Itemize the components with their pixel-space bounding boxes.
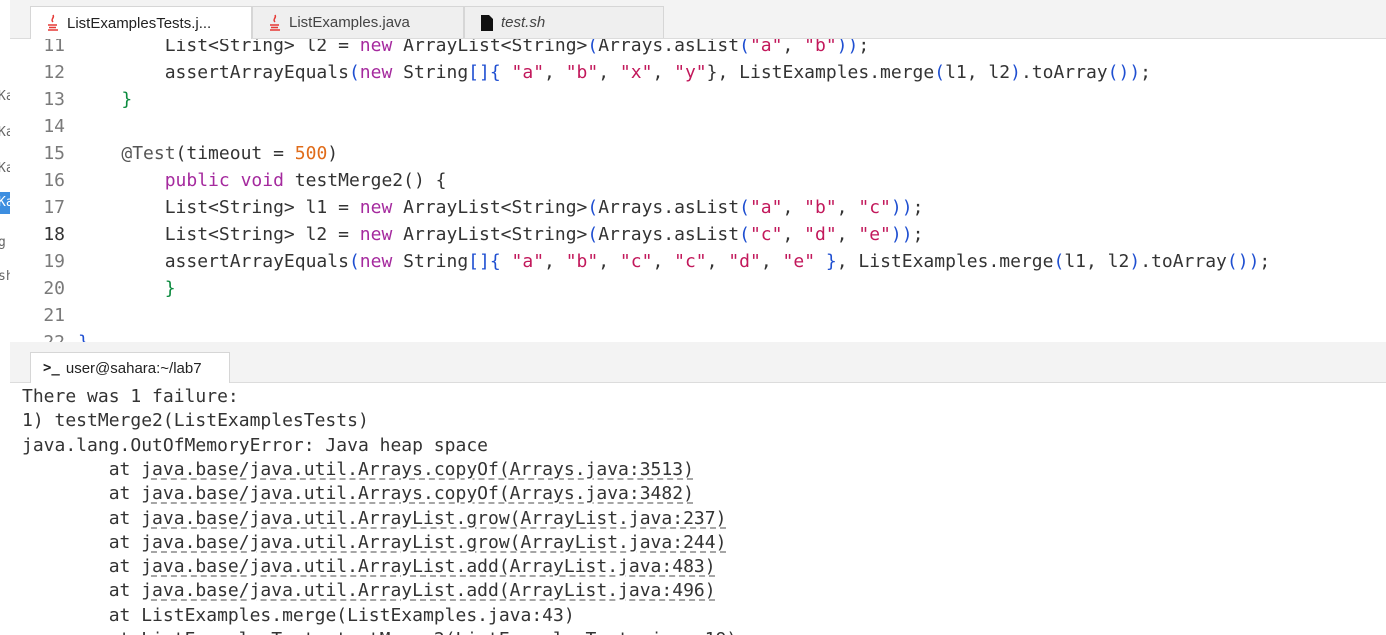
stack-trace-link[interactable]: java.base/java.util.ArrayList.grow(Array… (141, 508, 726, 529)
terminal-output[interactable]: There was 1 failure: 1) testMerge2(ListEx… (10, 383, 1386, 635)
terminal-tab-bar: >_ user@sahara:~/lab7 (10, 342, 1386, 383)
sidebar-file-item[interactable]: Ka (0, 192, 10, 214)
terminal-prompt-icon: >_ (43, 360, 60, 376)
terminal-line: at ListExamples.merge(ListExamples.java:… (22, 605, 575, 626)
stack-trace-link[interactable]: java.base/java.util.Arrays.copyOf(Arrays… (141, 459, 694, 480)
terminal-text: java.lang.OutOfMemoryError: Java heap sp… (22, 435, 488, 456)
line-number: 15 (43, 143, 65, 164)
editor-tab-3[interactable]: test.sh (464, 6, 664, 38)
code-text: } (164, 278, 176, 299)
tab-label: test.sh (501, 14, 546, 31)
code-text: List<String> l2 = new ArrayList<String>(… (164, 39, 870, 56)
java-icon (45, 14, 61, 32)
sidebar-file-item[interactable]: sh (0, 266, 10, 288)
terminal-line: at java.base/java.util.Arrays.copyOf(Arr… (22, 483, 694, 504)
code-line: 22} (10, 329, 1386, 342)
code-line: 14 (10, 113, 1386, 140)
terminal-line: at java.base/java.util.ArrayList.add(Arr… (22, 556, 716, 577)
terminal-text: ListExamples.merge(ListExamples.java:43) (141, 605, 575, 626)
line-number: 14 (43, 116, 65, 137)
code-line: 21 (10, 302, 1386, 329)
code-line: 18 List<String> l2 = new ArrayList<Strin… (10, 221, 1386, 248)
sidebar-file-item[interactable]: Ka (0, 86, 10, 108)
code-line: 20 } (10, 275, 1386, 302)
sidebar-file-item[interactable]: g (0, 232, 10, 254)
terminal-line: 1) testMerge2(ListExamplesTests) (22, 409, 369, 433)
line-number: 18 (43, 224, 65, 245)
code-line: 17 List<String> l1 = new ArrayList<Strin… (10, 194, 1386, 221)
code-text: } (78, 329, 89, 342)
code-line: 12 assertArrayEquals(new String[]{ "a", … (10, 59, 1386, 86)
editor-tab-bar: ListExamplesTests.j... ListExamples.java t… (10, 0, 1386, 39)
stack-trace-link[interactable]: java.base/java.util.Arrays.copyOf(Arrays… (141, 483, 694, 504)
sidebar-file-item[interactable]: Ka (0, 158, 10, 180)
code-line: 19 assertArrayEquals(new String[]{ "a", … (10, 248, 1386, 275)
code-line: 13 } (10, 86, 1386, 113)
tab-label: ListExamples.java (289, 14, 410, 31)
terminal-line: at java.base/java.util.ArrayList.grow(Ar… (22, 532, 727, 553)
line-number: 20 (43, 278, 65, 299)
sidebar-file-item[interactable]: Ka (0, 122, 10, 144)
terminal-text: 1) testMerge2(ListExamplesTests) (22, 410, 369, 431)
editor-tab-2[interactable]: ListExamples.java (252, 6, 464, 38)
code-text: @Test(timeout = 500) (121, 143, 339, 164)
code-text: assertArrayEquals(new String[]{ "a", "b"… (164, 251, 1271, 272)
terminal-line: at java.base/java.util.ArrayList.add(Arr… (22, 580, 716, 601)
code-line: 11 List<String> l2 = new ArrayList<Strin… (10, 39, 1386, 59)
file-icon (479, 14, 495, 32)
line-number: 21 (43, 305, 65, 326)
terminal-tab-label: user@sahara:~/lab7 (65, 359, 202, 377)
terminal-line: at java.base/java.util.Arrays.copyOf(Arr… (22, 459, 694, 480)
code-text: } (121, 89, 133, 110)
code-text: assertArrayEquals(new String[]{ "a", "b"… (164, 62, 1152, 83)
terminal-text: ListExamplesTests.testMerge2(ListExample… (141, 629, 737, 635)
code-line: 15 @Test(timeout = 500) (10, 140, 1386, 167)
line-number: 17 (43, 197, 65, 218)
line-number: 19 (43, 251, 65, 272)
line-number: 13 (43, 89, 65, 110)
terminal-text: There was 1 failure: (22, 386, 239, 407)
terminal-tab[interactable]: >_ user@sahara:~/lab7 (30, 352, 230, 383)
terminal-line: at ListExamplesTests.testMerge2(ListExam… (22, 628, 738, 635)
line-number: 11 (43, 39, 65, 56)
code-editor[interactable]: 11 List<String> l2 = new ArrayList<Strin… (10, 39, 1386, 342)
stack-trace-link[interactable]: java.base/java.util.ArrayList.add(ArrayL… (141, 580, 715, 601)
stack-trace-link[interactable]: java.base/java.util.ArrayList.grow(Array… (141, 532, 726, 553)
code-text: List<String> l2 = new ArrayList<String>(… (164, 224, 924, 245)
line-number: 22 (10, 329, 65, 342)
editor-tab-1[interactable]: ListExamplesTests.j... (30, 6, 252, 39)
code-line: 16 public void testMerge2() { (10, 167, 1386, 194)
terminal-line: java.lang.OutOfMemoryError: Java heap sp… (22, 434, 488, 458)
tab-label: ListExamplesTests.j... (67, 14, 212, 32)
line-number: 16 (43, 170, 65, 191)
code-text: List<String> l1 = new ArrayList<String>(… (164, 197, 924, 218)
java-icon (267, 14, 283, 32)
code-text: public void testMerge2() { (164, 170, 447, 191)
line-number: 12 (43, 62, 65, 83)
stack-trace-link[interactable]: java.base/java.util.ArrayList.add(ArrayL… (141, 556, 715, 577)
terminal-line: at java.base/java.util.ArrayList.grow(Ar… (22, 508, 727, 529)
terminal-line: There was 1 failure: (22, 385, 239, 409)
